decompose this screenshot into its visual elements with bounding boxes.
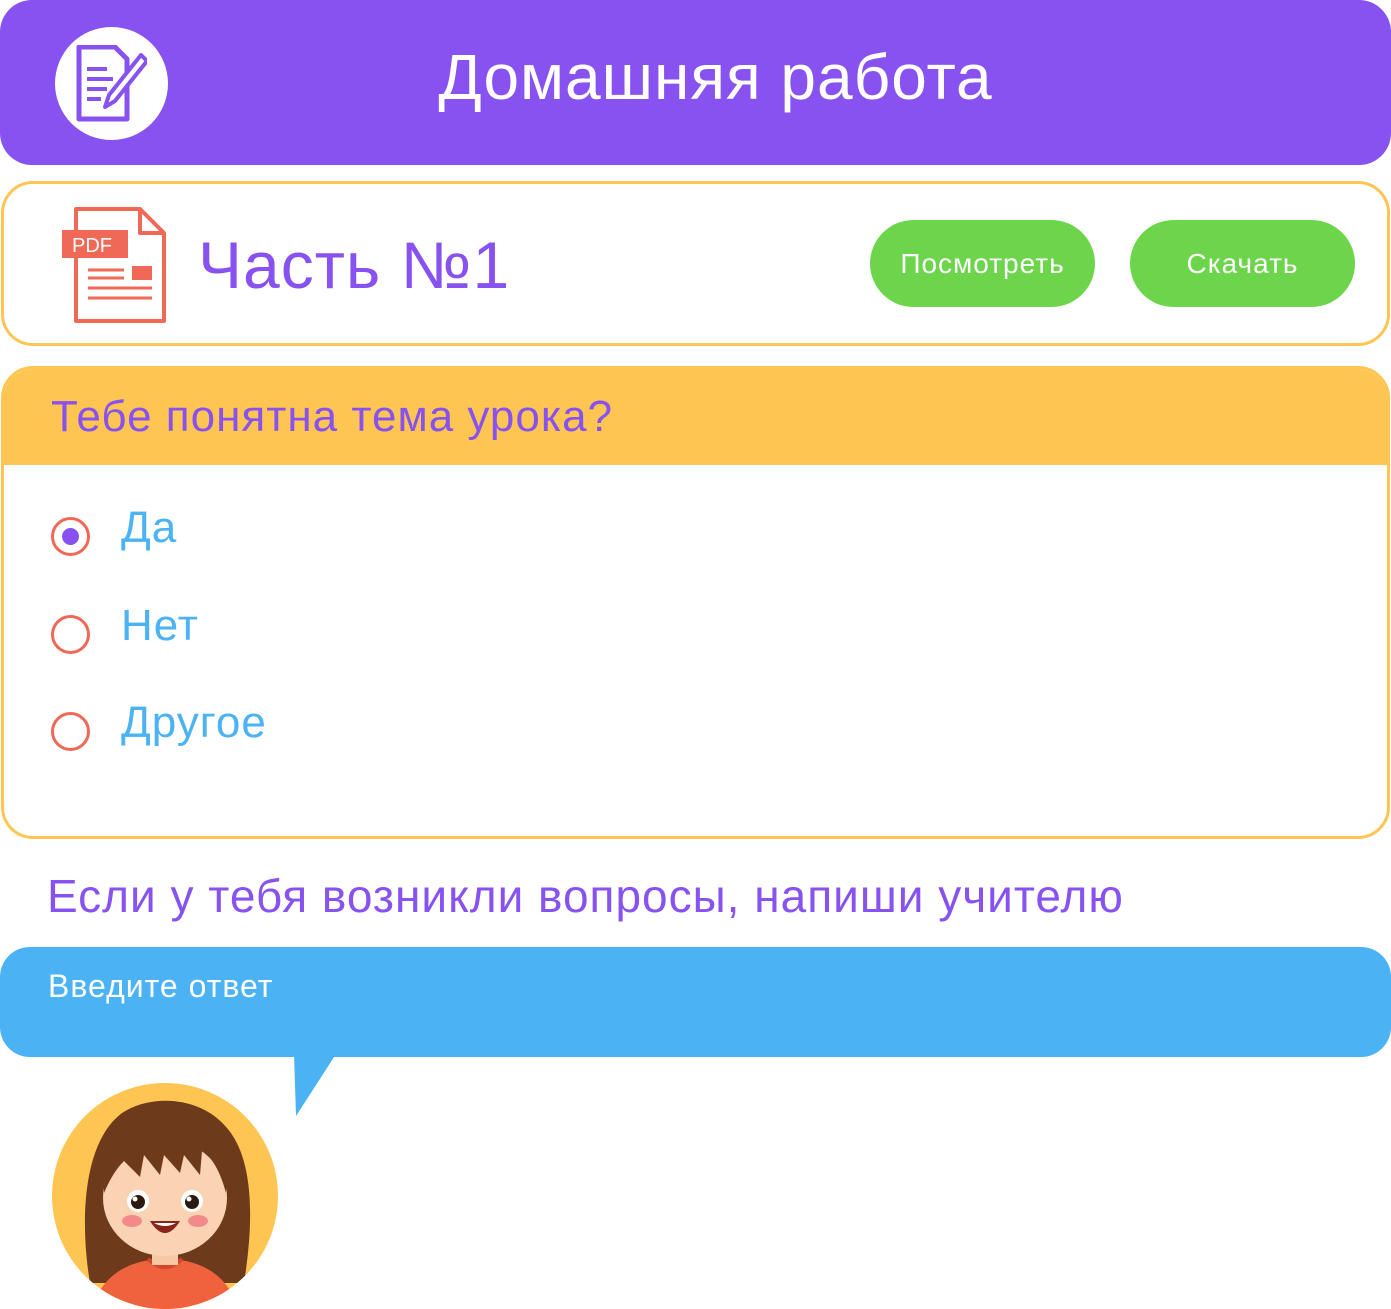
option-label: Другое bbox=[121, 698, 267, 747]
page-header: Домашняя работа bbox=[0, 0, 1391, 165]
question-header: Тебе понятна тема урока? bbox=[4, 369, 1387, 465]
pdf-file-icon: PDF bbox=[62, 207, 166, 323]
option-label: Да bbox=[121, 503, 178, 552]
answer-input[interactable] bbox=[48, 961, 1348, 1011]
part-title: Часть №1 bbox=[198, 228, 511, 302]
hint-text: Если у тебя возникли вопросы, напиши учи… bbox=[47, 870, 1124, 922]
option-yes[interactable]: Да bbox=[51, 503, 451, 575]
view-button[interactable]: Посмотреть bbox=[870, 220, 1095, 307]
download-button[interactable]: Скачать bbox=[1130, 220, 1355, 307]
option-label: Нет bbox=[121, 601, 199, 650]
part-card: PDF Часть №1 Посмотреть Скачать bbox=[1, 181, 1390, 346]
radio-selected-dot bbox=[62, 528, 79, 545]
question-title: Тебе понятна тема урока? bbox=[51, 392, 614, 441]
radio-button[interactable] bbox=[51, 712, 90, 751]
option-no[interactable]: Нет bbox=[51, 601, 451, 673]
radio-button[interactable] bbox=[51, 517, 90, 556]
girl-avatar-icon bbox=[52, 1083, 278, 1309]
option-other[interactable]: Другое bbox=[51, 698, 451, 770]
answer-bubble bbox=[0, 947, 1391, 1057]
question-card: Тебе понятна тема урока? Да Нет Другое bbox=[1, 366, 1390, 839]
pdf-badge: PDF bbox=[72, 235, 112, 257]
speech-bubble-tail bbox=[294, 1054, 336, 1116]
page-title: Домашняя работа bbox=[438, 41, 993, 113]
radio-button[interactable] bbox=[51, 615, 90, 654]
